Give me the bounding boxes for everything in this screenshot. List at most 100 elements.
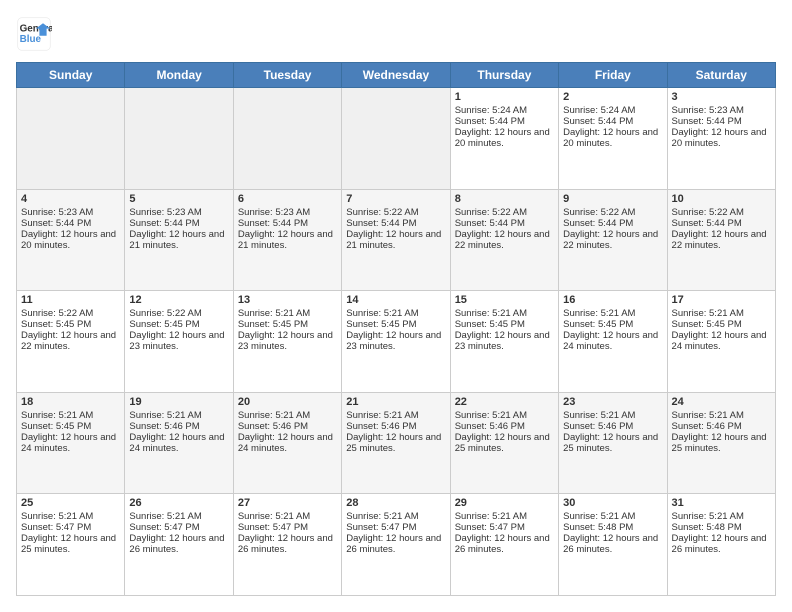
calendar-cell: 28Sunrise: 5:21 AMSunset: 5:47 PMDayligh… <box>342 494 450 596</box>
calendar-cell: 17Sunrise: 5:21 AMSunset: 5:45 PMDayligh… <box>667 291 775 393</box>
calendar-cell <box>342 88 450 190</box>
daylight-info: Daylight: 12 hours and 22 minutes. <box>455 229 550 251</box>
calendar-cell: 13Sunrise: 5:21 AMSunset: 5:45 PMDayligh… <box>233 291 341 393</box>
sunset-info: Sunset: 5:45 PM <box>563 319 633 330</box>
sunset-info: Sunset: 5:45 PM <box>346 319 416 330</box>
calendar-cell: 23Sunrise: 5:21 AMSunset: 5:46 PMDayligh… <box>559 392 667 494</box>
daylight-info: Daylight: 12 hours and 25 minutes. <box>563 432 658 454</box>
sunrise-info: Sunrise: 5:21 AM <box>346 308 418 319</box>
day-number: 14 <box>346 294 445 306</box>
day-number: 26 <box>129 497 228 509</box>
calendar-cell: 25Sunrise: 5:21 AMSunset: 5:47 PMDayligh… <box>17 494 125 596</box>
sunrise-info: Sunrise: 5:21 AM <box>455 308 527 319</box>
daylight-info: Daylight: 12 hours and 24 minutes. <box>21 432 116 454</box>
sunrise-info: Sunrise: 5:24 AM <box>563 105 635 116</box>
sunrise-info: Sunrise: 5:21 AM <box>129 410 201 421</box>
sunrise-info: Sunrise: 5:23 AM <box>238 207 310 218</box>
svg-text:General: General <box>20 23 52 34</box>
sunrise-info: Sunrise: 5:22 AM <box>455 207 527 218</box>
sunset-info: Sunset: 5:46 PM <box>346 421 416 432</box>
calendar-cell: 16Sunrise: 5:21 AMSunset: 5:45 PMDayligh… <box>559 291 667 393</box>
sunrise-info: Sunrise: 5:21 AM <box>455 410 527 421</box>
sunset-info: Sunset: 5:45 PM <box>21 319 91 330</box>
calendar-week-row: 11Sunrise: 5:22 AMSunset: 5:45 PMDayligh… <box>17 291 776 393</box>
calendar-cell <box>233 88 341 190</box>
calendar-week-row: 18Sunrise: 5:21 AMSunset: 5:45 PMDayligh… <box>17 392 776 494</box>
daylight-info: Daylight: 12 hours and 25 minutes. <box>21 533 116 555</box>
calendar-cell: 30Sunrise: 5:21 AMSunset: 5:48 PMDayligh… <box>559 494 667 596</box>
day-number: 15 <box>455 294 554 306</box>
day-number: 31 <box>672 497 771 509</box>
sunset-info: Sunset: 5:46 PM <box>238 421 308 432</box>
logo: General Blue <box>16 16 52 52</box>
sunrise-info: Sunrise: 5:24 AM <box>455 105 527 116</box>
calendar-cell: 2Sunrise: 5:24 AMSunset: 5:44 PMDaylight… <box>559 88 667 190</box>
day-number: 24 <box>672 396 771 408</box>
day-number: 21 <box>346 396 445 408</box>
sunrise-info: Sunrise: 5:23 AM <box>672 105 744 116</box>
day-number: 28 <box>346 497 445 509</box>
day-number: 3 <box>672 91 771 103</box>
calendar-cell: 15Sunrise: 5:21 AMSunset: 5:45 PMDayligh… <box>450 291 558 393</box>
daylight-info: Daylight: 12 hours and 25 minutes. <box>346 432 441 454</box>
sunset-info: Sunset: 5:44 PM <box>455 116 525 127</box>
calendar-cell: 5Sunrise: 5:23 AMSunset: 5:44 PMDaylight… <box>125 189 233 291</box>
calendar-cell: 27Sunrise: 5:21 AMSunset: 5:47 PMDayligh… <box>233 494 341 596</box>
day-number: 5 <box>129 193 228 205</box>
daylight-info: Daylight: 12 hours and 22 minutes. <box>21 330 116 352</box>
calendar-cell: 18Sunrise: 5:21 AMSunset: 5:45 PMDayligh… <box>17 392 125 494</box>
sunset-info: Sunset: 5:46 PM <box>563 421 633 432</box>
weekday-header: Tuesday <box>233 63 341 88</box>
daylight-info: Daylight: 12 hours and 22 minutes. <box>672 229 767 251</box>
calendar-cell: 21Sunrise: 5:21 AMSunset: 5:46 PMDayligh… <box>342 392 450 494</box>
sunset-info: Sunset: 5:45 PM <box>21 421 91 432</box>
sunset-info: Sunset: 5:44 PM <box>129 218 199 229</box>
daylight-info: Daylight: 12 hours and 22 minutes. <box>563 229 658 251</box>
sunset-info: Sunset: 5:47 PM <box>346 522 416 533</box>
sunset-info: Sunset: 5:45 PM <box>129 319 199 330</box>
calendar-week-row: 1Sunrise: 5:24 AMSunset: 5:44 PMDaylight… <box>17 88 776 190</box>
daylight-info: Daylight: 12 hours and 24 minutes. <box>563 330 658 352</box>
calendar-week-row: 25Sunrise: 5:21 AMSunset: 5:47 PMDayligh… <box>17 494 776 596</box>
calendar-cell: 22Sunrise: 5:21 AMSunset: 5:46 PMDayligh… <box>450 392 558 494</box>
weekday-header: Friday <box>559 63 667 88</box>
weekday-header: Saturday <box>667 63 775 88</box>
calendar-cell: 29Sunrise: 5:21 AMSunset: 5:47 PMDayligh… <box>450 494 558 596</box>
calendar-cell <box>125 88 233 190</box>
sunrise-info: Sunrise: 5:22 AM <box>672 207 744 218</box>
calendar-cell: 31Sunrise: 5:21 AMSunset: 5:48 PMDayligh… <box>667 494 775 596</box>
day-number: 25 <box>21 497 120 509</box>
logo-icon: General Blue <box>16 16 52 52</box>
day-number: 17 <box>672 294 771 306</box>
day-number: 19 <box>129 396 228 408</box>
sunset-info: Sunset: 5:47 PM <box>129 522 199 533</box>
weekday-header: Monday <box>125 63 233 88</box>
day-number: 11 <box>21 294 120 306</box>
sunset-info: Sunset: 5:44 PM <box>238 218 308 229</box>
sunset-info: Sunset: 5:47 PM <box>238 522 308 533</box>
sunrise-info: Sunrise: 5:21 AM <box>21 410 93 421</box>
calendar-cell <box>17 88 125 190</box>
sunset-info: Sunset: 5:47 PM <box>21 522 91 533</box>
day-number: 13 <box>238 294 337 306</box>
daylight-info: Daylight: 12 hours and 20 minutes. <box>455 127 550 149</box>
sunset-info: Sunset: 5:45 PM <box>672 319 742 330</box>
daylight-info: Daylight: 12 hours and 20 minutes. <box>563 127 658 149</box>
sunrise-info: Sunrise: 5:21 AM <box>238 410 310 421</box>
day-number: 8 <box>455 193 554 205</box>
day-number: 10 <box>672 193 771 205</box>
sunset-info: Sunset: 5:44 PM <box>563 218 633 229</box>
day-number: 2 <box>563 91 662 103</box>
daylight-info: Daylight: 12 hours and 23 minutes. <box>129 330 224 352</box>
day-number: 22 <box>455 396 554 408</box>
sunset-info: Sunset: 5:48 PM <box>672 522 742 533</box>
daylight-info: Daylight: 12 hours and 26 minutes. <box>563 533 658 555</box>
sunset-info: Sunset: 5:45 PM <box>455 319 525 330</box>
day-number: 12 <box>129 294 228 306</box>
calendar-cell: 8Sunrise: 5:22 AMSunset: 5:44 PMDaylight… <box>450 189 558 291</box>
calendar-cell: 6Sunrise: 5:23 AMSunset: 5:44 PMDaylight… <box>233 189 341 291</box>
calendar-cell: 19Sunrise: 5:21 AMSunset: 5:46 PMDayligh… <box>125 392 233 494</box>
weekday-header-row: SundayMondayTuesdayWednesdayThursdayFrid… <box>17 63 776 88</box>
calendar-cell: 20Sunrise: 5:21 AMSunset: 5:46 PMDayligh… <box>233 392 341 494</box>
daylight-info: Daylight: 12 hours and 21 minutes. <box>238 229 333 251</box>
